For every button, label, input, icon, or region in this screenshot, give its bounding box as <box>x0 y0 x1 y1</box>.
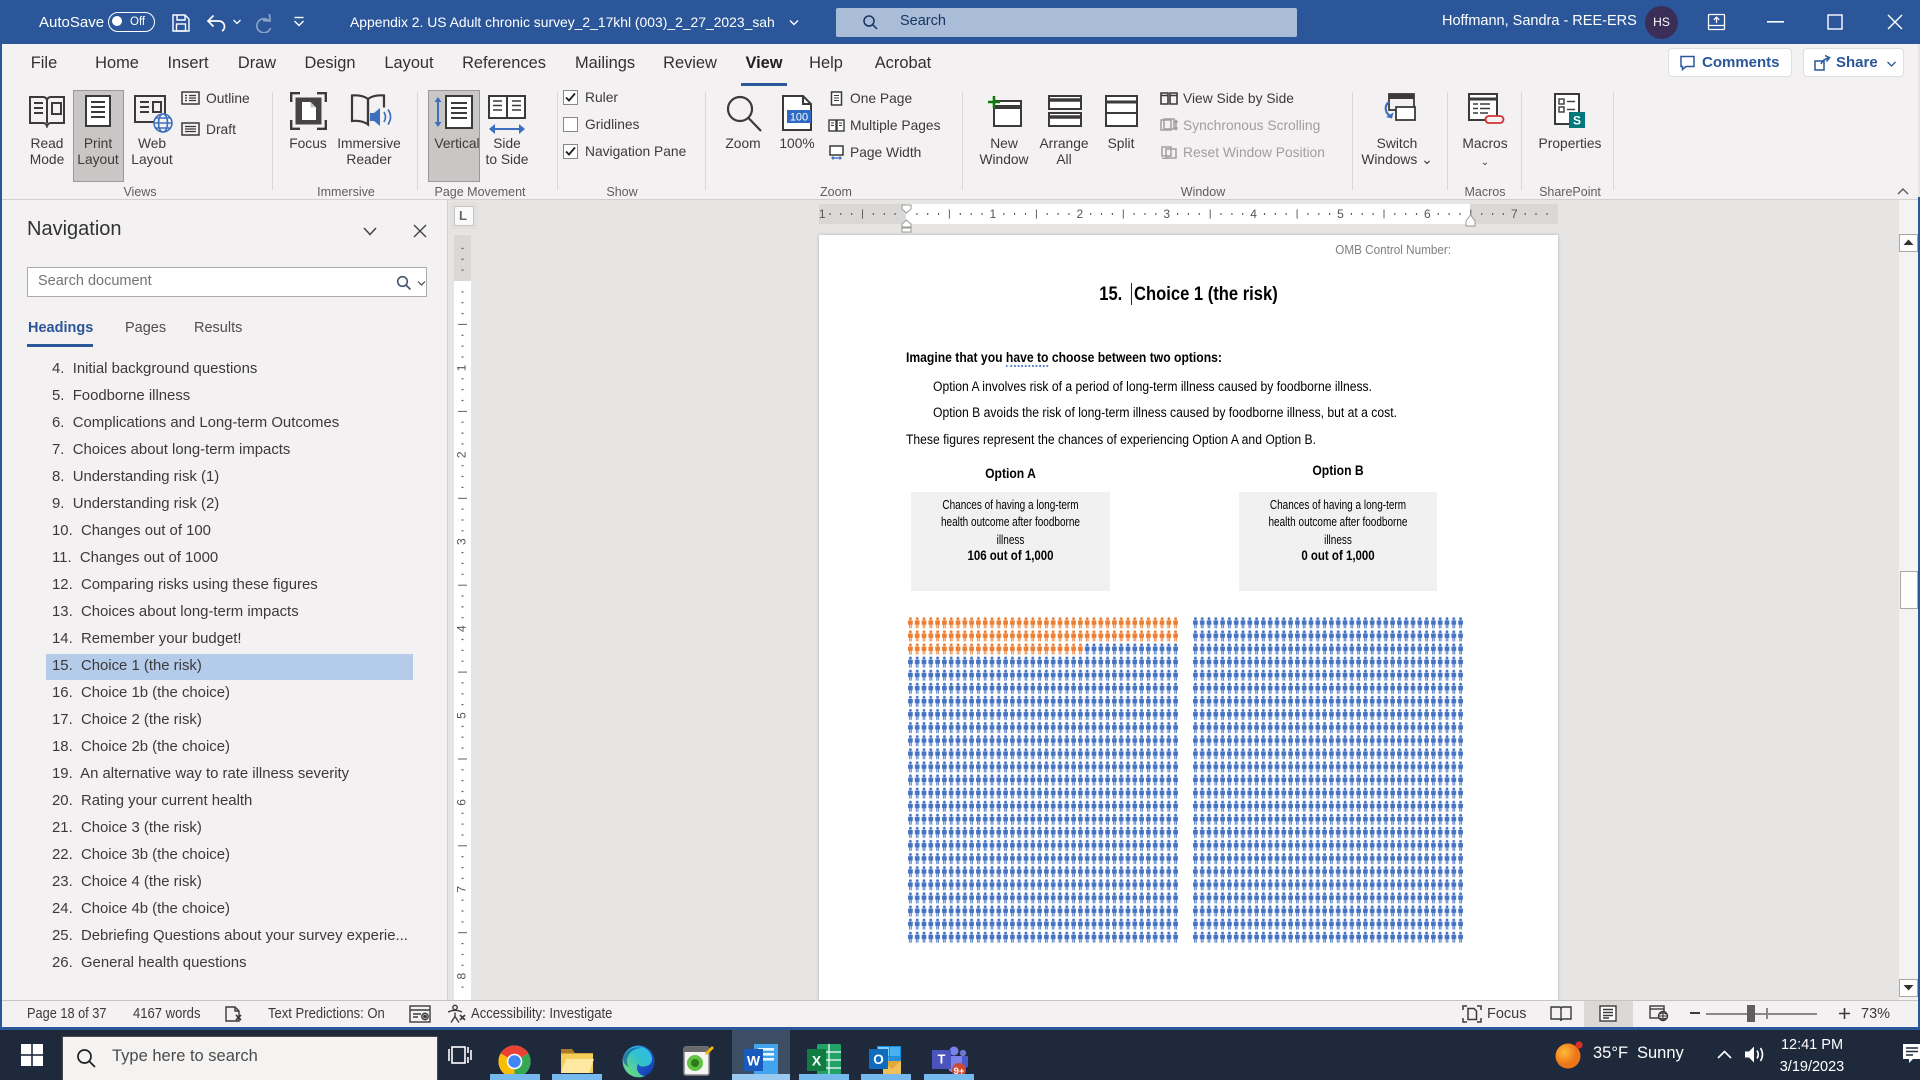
svg-text:3: 3 <box>1163 207 1170 221</box>
svg-text:X: X <box>812 1053 822 1069</box>
svg-text:4: 4 <box>455 625 469 632</box>
svg-text:S: S <box>1573 114 1581 128</box>
svg-text:7: 7 <box>455 886 469 893</box>
svg-text:O: O <box>873 1052 884 1067</box>
svg-text:4: 4 <box>1250 207 1257 221</box>
svg-text:1: 1 <box>455 364 469 371</box>
svg-text:6: 6 <box>455 799 469 806</box>
svg-text:T: T <box>938 1053 946 1067</box>
svg-text:W: W <box>747 1053 761 1069</box>
svg-text:1: 1 <box>819 207 826 221</box>
svg-text:8: 8 <box>455 973 469 980</box>
svg-text:2: 2 <box>1076 207 1083 221</box>
svg-text:2: 2 <box>455 451 469 458</box>
svg-text:6: 6 <box>1424 207 1431 221</box>
svg-text:7: 7 <box>1511 207 1518 221</box>
svg-text:5: 5 <box>455 712 469 719</box>
svg-text:1: 1 <box>990 207 997 221</box>
svg-text:3: 3 <box>455 538 469 545</box>
svg-text:5: 5 <box>1337 207 1344 221</box>
svg-text:100: 100 <box>790 112 808 124</box>
